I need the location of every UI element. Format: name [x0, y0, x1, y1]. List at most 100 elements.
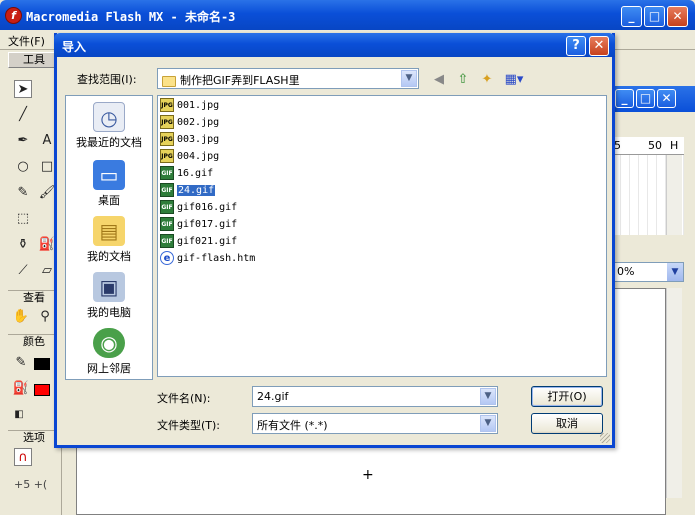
file-name: 003.jpg — [177, 134, 220, 145]
fill-color-swatch[interactable] — [34, 384, 50, 396]
look-in-combobox[interactable]: 制作把GIF弄到FLASH里 ▼ — [157, 68, 419, 89]
flash-logo-icon: f — [5, 7, 22, 24]
file-list: JPG 001.jpg JPG 002.jpg JPG 003.jpg JPG 004.… — [157, 95, 607, 377]
file-name: 24.gif — [177, 185, 216, 196]
pencil-tool-icon[interactable]: ✎ — [14, 184, 32, 202]
zoom-combobox[interactable]: 0% ▼ — [612, 262, 684, 282]
file-name: 004.jpg — [177, 151, 220, 162]
gif-file-icon: GIF — [160, 183, 174, 197]
look-in-value: 制作把GIF弄到FLASH里 — [180, 74, 300, 87]
jpg-file-icon: JPG — [160, 98, 174, 112]
file-name: gif-flash.htm — [177, 253, 256, 264]
place-label: 网上邻居 — [87, 362, 131, 375]
close-button[interactable]: ✕ — [667, 6, 688, 27]
dialog-titlebar: 导入 ? ✕ — [54, 33, 615, 57]
place-label: 我的文档 — [87, 250, 131, 263]
filetype-label: 文件类型(T): — [157, 419, 221, 432]
list-item[interactable]: JPG 002.jpg — [160, 115, 219, 131]
cancel-button[interactable]: 取消 — [531, 413, 603, 434]
chevron-down-icon[interactable]: ▼ — [401, 70, 417, 87]
filename-label: 文件名(N): — [157, 392, 211, 405]
list-item[interactable]: JPG 004.jpg — [160, 149, 219, 165]
place-label: 桌面 — [98, 194, 120, 207]
swap-colors-icon[interactable]: ◧ — [10, 406, 28, 424]
network-places-icon: ◉ — [93, 328, 125, 358]
colors-section-label: 颜色 — [8, 334, 60, 348]
file-name: gif021.gif — [177, 236, 238, 247]
list-item[interactable]: JPG 001.jpg — [160, 98, 219, 114]
up-folder-icon[interactable]: ⇧ — [453, 70, 473, 90]
dialog-title: 导入 — [62, 40, 87, 54]
place-label: 我最近的文档 — [76, 136, 142, 149]
oval-tool-icon[interactable]: ○ — [14, 158, 32, 176]
list-item[interactable]: e gif-flash.htm — [160, 251, 255, 267]
help-button[interactable]: ? — [566, 36, 586, 56]
open-button[interactable]: 打开(O) — [531, 386, 603, 407]
pen-tool-icon[interactable]: ✒ — [14, 132, 32, 150]
zoom-tool-icon[interactable]: ⚲ — [36, 308, 54, 326]
places-bar: ◷ 我最近的文档 ▭ 桌面 ▤ 我的文档 ▣ 我的电脑 ◉ 网上邻居 — [65, 95, 153, 380]
dialog-close-button[interactable]: ✕ — [589, 36, 609, 56]
back-icon[interactable]: ◀ — [429, 70, 449, 90]
document-window-titlebar: _ □ ✕ — [612, 86, 695, 112]
snap-magnet-icon[interactable]: ∩ — [14, 448, 32, 466]
new-folder-icon[interactable]: ✦ — [477, 70, 497, 90]
place-my-documents[interactable]: ▤ 我的文档 — [66, 216, 152, 264]
list-item[interactable]: GIF gif017.gif — [160, 217, 237, 233]
place-my-computer[interactable]: ▣ 我的电脑 — [66, 272, 152, 320]
list-item-selected[interactable]: GIF 24.gif — [160, 183, 216, 199]
doc-maximize-button[interactable]: □ — [636, 89, 655, 108]
folder-icon — [162, 75, 176, 87]
stroke-color-swatch[interactable] — [34, 358, 50, 370]
look-in-label: 查找范围(I): — [77, 73, 137, 86]
jpg-file-icon: JPG — [160, 132, 174, 146]
gif-file-icon: GIF — [160, 217, 174, 231]
list-item[interactable]: GIF gif021.gif — [160, 234, 237, 250]
main-window-title: Macromedia Flash MX - 未命名-3 — [26, 10, 236, 24]
chevron-down-icon[interactable]: ▼ — [480, 415, 496, 432]
place-recent[interactable]: ◷ 我最近的文档 — [66, 102, 152, 150]
menu-file[interactable]: 文件(F) — [8, 33, 45, 49]
file-name: 002.jpg — [177, 117, 220, 128]
timeline-scrollbar[interactable] — [666, 155, 682, 235]
recent-documents-icon: ◷ — [93, 102, 125, 132]
ruler-tick-5: 5 — [614, 139, 621, 152]
htm-file-icon: e — [160, 251, 174, 265]
desktop-icon: ▭ — [93, 160, 125, 190]
place-network[interactable]: ◉ 网上邻居 — [66, 328, 152, 376]
minimize-button[interactable]: _ — [621, 6, 642, 27]
toolbox-header: 工具 — [8, 52, 60, 68]
filename-input[interactable]: 24.gif ▼ — [252, 386, 498, 407]
line-tool-icon[interactable]: ╱ — [14, 106, 32, 124]
my-documents-icon: ▤ — [93, 216, 125, 246]
import-dialog: 导入 ? ✕ 查找范围(I): 制作把GIF弄到FLASH里 ▼ ◀ ⇧ ✦ ▦… — [54, 33, 615, 448]
hand-tool-icon[interactable]: ✋ — [12, 308, 30, 326]
zoom-value: 0% — [617, 265, 635, 278]
view-section-label: 查看 — [8, 290, 60, 304]
gif-file-icon: GIF — [160, 200, 174, 214]
filetype-select[interactable]: 所有文件 (*.*) ▼ — [252, 413, 498, 434]
place-desktop[interactable]: ▭ 桌面 — [66, 160, 152, 208]
maximize-button[interactable]: □ — [644, 6, 665, 27]
resize-grip-icon[interactable] — [600, 433, 610, 443]
chevron-down-icon[interactable]: ▼ — [667, 263, 683, 281]
filetype-value: 所有文件 (*.*) — [257, 419, 328, 432]
stage-scrollbar[interactable] — [666, 288, 682, 498]
gif-file-icon: GIF — [160, 234, 174, 248]
jpg-file-icon: JPG — [160, 149, 174, 163]
gif-file-icon: GIF — [160, 166, 174, 180]
list-item[interactable]: GIF 16.gif — [160, 166, 213, 182]
filename-value: 24.gif — [257, 390, 289, 403]
eyedropper-tool-icon[interactable]: ⟋ — [14, 262, 32, 280]
chevron-down-icon[interactable]: ▼ — [480, 388, 496, 405]
doc-close-button[interactable]: ✕ — [657, 89, 676, 108]
smooth-straighten-icons[interactable]: +5 +( — [14, 478, 47, 491]
main-titlebar: f Macromedia Flash MX - 未命名-3 _ □ ✕ — [0, 0, 695, 30]
list-item[interactable]: GIF gif016.gif — [160, 200, 237, 216]
view-menu-icon[interactable]: ▦▾ — [501, 70, 527, 90]
ink-bottle-tool-icon[interactable]: ⚱ — [14, 236, 32, 254]
doc-minimize-button[interactable]: _ — [615, 89, 634, 108]
arrow-tool-icon[interactable]: ➤ — [14, 80, 32, 98]
free-transform-tool-icon[interactable]: ⬚ — [14, 210, 32, 228]
list-item[interactable]: JPG 003.jpg — [160, 132, 219, 148]
